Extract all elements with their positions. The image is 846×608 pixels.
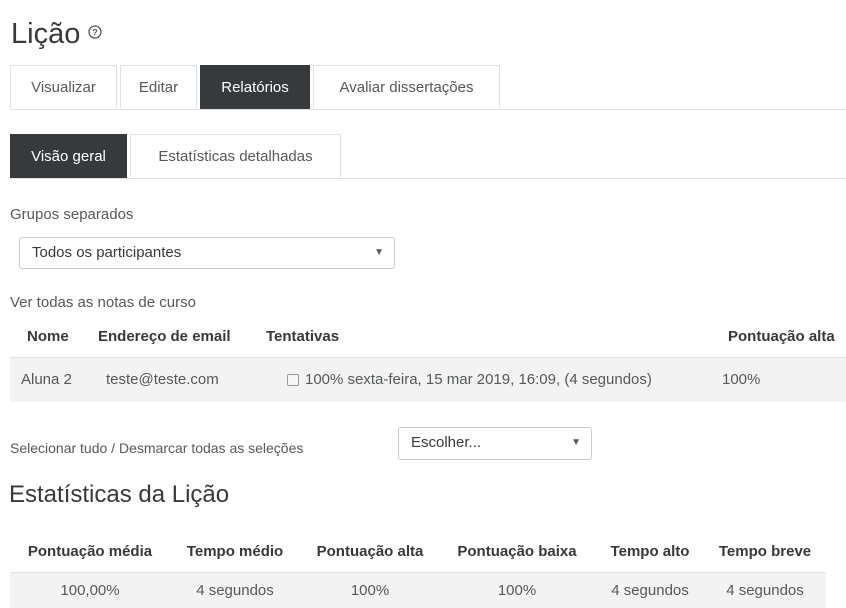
- bulk-action-select[interactable]: Escolher... ▼: [398, 427, 592, 460]
- row-email: teste@teste.com: [106, 371, 219, 388]
- bulk-selection: Selecionar tudo / Desmarcar todas as sel…: [10, 440, 303, 456]
- stats-header-tempo-alto: Tempo alto: [610, 543, 690, 560]
- stats-value-tempo-medio: 4 segundos: [196, 582, 274, 599]
- stats-header-tempo-breve: Tempo breve: [718, 543, 812, 560]
- row-attempt[interactable]: 100% sexta-feira, 15 mar 2019, 16:09, (4…: [305, 371, 652, 388]
- stats-header-pontuacao-media: Pontuação média: [27, 543, 153, 560]
- tab-visao-geral[interactable]: Visão geral: [10, 134, 127, 178]
- attempt-checkbox[interactable]: [287, 374, 299, 386]
- stats-value-pontuacao-baixa: 100%: [497, 582, 537, 599]
- tab-relatorios[interactable]: Relatórios: [200, 65, 310, 109]
- bulk-action-select-value: Escolher...: [411, 434, 482, 451]
- tab-estatisticas-detalhadas[interactable]: Estatísticas detalhadas: [130, 134, 341, 177]
- tab-visualizar[interactable]: Visualizar: [10, 65, 117, 108]
- stats-value-tempo-breve: 4 segundos: [726, 582, 804, 599]
- bulk-separator: /: [107, 440, 119, 456]
- secondary-tabs: Visão geral Estatísticas detalhadas: [10, 134, 846, 179]
- row-high-score: 100%: [722, 371, 761, 388]
- groups-select[interactable]: Todos os participantes ▼: [19, 237, 395, 269]
- tab-editar[interactable]: Editar: [120, 65, 197, 108]
- deselect-all-link[interactable]: Desmarcar todas as seleções: [119, 440, 303, 456]
- col-header-pontuacao-alta: Pontuação alta: [728, 328, 835, 345]
- col-header-tentativas: Tentativas: [266, 328, 340, 345]
- stats-value-pontuacao-alta: 100%: [350, 582, 390, 599]
- view-all-grades-link[interactable]: Ver todas as notas de curso: [10, 294, 196, 311]
- groups-label: Grupos separados: [10, 206, 134, 223]
- question-circle-icon[interactable]: ?: [88, 12, 102, 39]
- stats-header-tempo-medio: Tempo médio: [186, 543, 284, 560]
- page-title-text: Lição: [11, 18, 81, 50]
- tab-avaliar-dissertacoes[interactable]: Avaliar dissertações: [313, 65, 500, 108]
- chevron-down-icon: ▼: [374, 247, 384, 258]
- col-header-nome: Nome: [27, 328, 69, 345]
- primary-tabs: Visualizar Editar Relatórios Avaliar dis…: [10, 65, 846, 110]
- select-all-link[interactable]: Selecionar tudo: [10, 440, 107, 456]
- col-header-email: Endereço de email: [98, 328, 231, 345]
- groups-select-value: Todos os participantes: [32, 244, 182, 261]
- row-name[interactable]: Aluna 2: [21, 371, 72, 388]
- stats-header-pontuacao-alta: Pontuação alta: [316, 543, 424, 560]
- svg-text:?: ?: [93, 28, 99, 38]
- stats-header-pontuacao-baixa: Pontuação baixa: [457, 543, 577, 560]
- page-title: Lição?: [11, 12, 102, 52]
- stats-value-tempo-alto: 4 segundos: [611, 582, 689, 599]
- chevron-down-icon: ▼: [571, 437, 581, 448]
- stats-value-pontuacao-media: 100,00%: [60, 582, 120, 599]
- stats-title: Estatísticas da Lição: [9, 481, 230, 508]
